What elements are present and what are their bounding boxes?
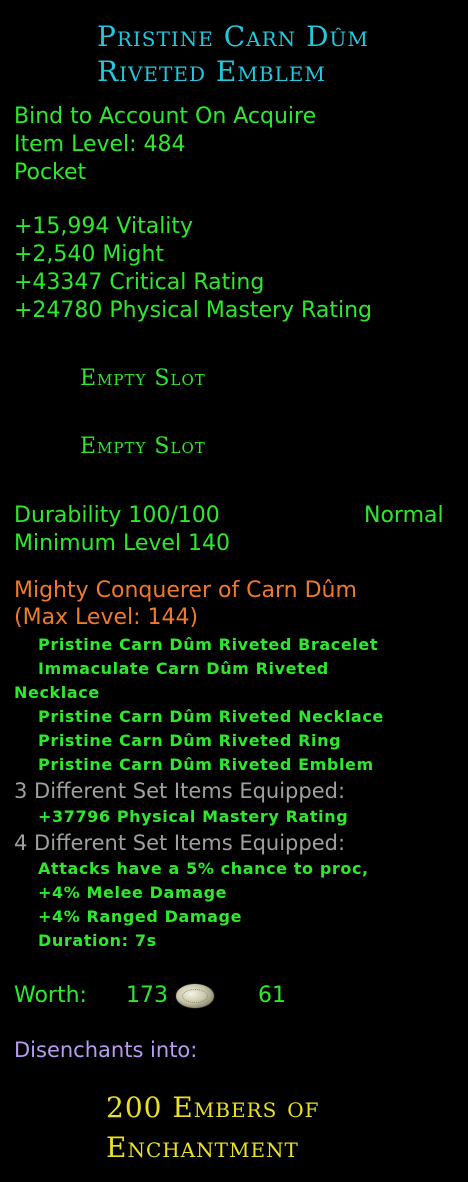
- worth-label: Worth:: [14, 983, 87, 1008]
- set-item: Pristine Carn Dûm Riveted Emblem: [38, 755, 374, 774]
- set-bonus-4-effect: +4% Ranged Damage: [38, 907, 243, 926]
- durability: Durability 100/100: [14, 503, 220, 528]
- disenchant-result-line2: Enchantment: [106, 1131, 299, 1164]
- worth-silver: 173: [126, 983, 168, 1008]
- set-bonus-3-effect: +37796 Physical Mastery Rating: [38, 807, 349, 826]
- disenchant-label: Disenchants into:: [14, 1038, 198, 1062]
- disenchant-result-line1: 200 Embers of: [106, 1091, 320, 1124]
- set-item: Pristine Carn Dûm Riveted Necklace: [38, 707, 384, 726]
- essence-slot: Empty Slot: [80, 434, 206, 459]
- stat-line: +2,540 Might: [14, 242, 165, 267]
- item-name-line2: Riveted Emblem: [97, 55, 326, 88]
- slot-type: Pocket: [14, 160, 87, 185]
- stat-line: +24780 Physical Mastery Rating: [14, 298, 372, 323]
- set-bonus-4-effect: +4% Melee Damage: [38, 883, 228, 902]
- silver-coin-icon: [176, 984, 214, 1008]
- set-bonus-4-header: 4 Different Set Items Equipped:: [14, 831, 346, 855]
- set-item: Pristine Carn Dûm Riveted Ring: [38, 731, 342, 750]
- set-bonus-4-effect: Attacks have a 5% chance to proc,: [38, 859, 369, 878]
- stat-line: +43347 Critical Rating: [14, 270, 265, 295]
- minimum-level: Minimum Level 140: [14, 531, 231, 556]
- set-bonus-3-header: 3 Different Set Items Equipped:: [14, 779, 346, 803]
- item-level: Item Level: 484: [14, 132, 186, 157]
- set-name: Mighty Conquerer of Carn Dûm: [14, 578, 357, 603]
- set-max-level: (Max Level: 144): [14, 605, 199, 630]
- set-item: Pristine Carn Dûm Riveted Bracelet: [38, 635, 379, 654]
- essence-slot: Empty Slot: [80, 366, 206, 391]
- item-name-line1: Pristine Carn Dûm: [97, 20, 369, 53]
- set-item-wrap: Necklace: [14, 683, 100, 702]
- set-item: Immaculate Carn Dûm Riveted: [38, 659, 329, 678]
- binding-text: Bind to Account On Acquire: [14, 104, 317, 129]
- stat-line: +15,994 Vitality: [14, 214, 194, 239]
- worth-copper: 61: [258, 983, 286, 1008]
- durability-type: Normal: [364, 503, 444, 528]
- set-bonus-4-effect: Duration: 7s: [38, 931, 157, 950]
